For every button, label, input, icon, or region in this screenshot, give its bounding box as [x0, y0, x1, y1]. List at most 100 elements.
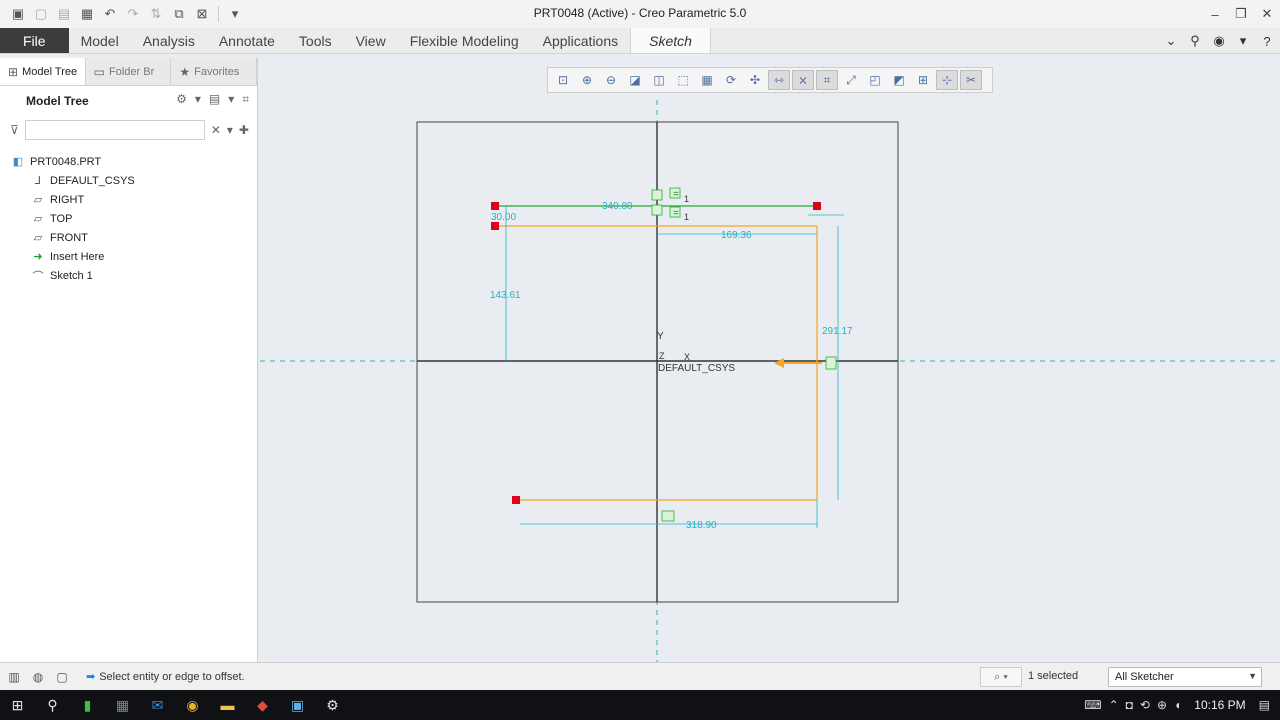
tree-filter-icon[interactable]: ⌗ — [242, 92, 249, 107]
close-icon[interactable]: ✕ — [1254, 0, 1280, 28]
sketch-vertex-display-icon[interactable]: ⤢ — [840, 70, 862, 90]
show-navigator-icon[interactable]: ▥ — [4, 667, 24, 687]
tab-model[interactable]: Model — [69, 28, 131, 53]
tab-applications[interactable]: Applications — [531, 28, 631, 53]
notifications-icon[interactable]: ▤ — [1259, 698, 1270, 712]
spin-center-icon[interactable]: ⊹ — [936, 70, 958, 90]
tab-view[interactable]: View — [344, 28, 398, 53]
constraint-box-right[interactable] — [825, 356, 837, 370]
datum-display-icon[interactable]: ✣ — [744, 70, 766, 90]
sketch-settings-icon[interactable]: ✂ — [960, 70, 982, 90]
tree-search-input[interactable] — [24, 120, 205, 140]
restore-icon[interactable]: ❐ — [1228, 0, 1254, 28]
undo-icon[interactable]: ↶ — [100, 4, 120, 24]
mail-icon[interactable]: ✉ — [140, 690, 175, 720]
annotation-display-icon[interactable]: ⊞ — [912, 70, 934, 90]
graphics-area[interactable]: 340.80 30.00 169.36 143.61 291.17 318.90… — [260, 58, 1280, 662]
dim-top-height[interactable]: 30.00 — [491, 212, 516, 223]
help-icon[interactable]: ? — [1258, 32, 1276, 50]
tab-sketch[interactable]: Sketch — [630, 28, 711, 53]
sketch-canvas[interactable]: 340.80 30.00 169.36 143.61 291.17 318.90… — [260, 58, 1280, 662]
clear-search-icon[interactable]: ✕ — [211, 123, 221, 137]
device-icon[interactable]: ◘ — [1126, 698, 1133, 712]
repaint-icon[interactable]: ◪ — [624, 70, 646, 90]
close-window-icon[interactable]: ⊠ — [192, 4, 212, 24]
dim-right-height[interactable]: 291.17 — [822, 326, 853, 337]
constraint-box-mid[interactable] — [651, 204, 663, 216]
tree-item-front[interactable]: ▱ FRONT — [0, 228, 257, 247]
zoom-in-icon[interactable]: ⊕ — [576, 70, 598, 90]
open-file-icon[interactable]: ▤ — [54, 4, 74, 24]
constraint-box-bottom[interactable] — [661, 510, 675, 522]
collapse-ribbon-icon[interactable]: ⌄ — [1162, 32, 1180, 50]
tree-settings-dropdown-icon[interactable]: ▾ — [195, 92, 201, 107]
tab-folder-browser[interactable]: ▭ Folder Br — [86, 58, 172, 85]
sketch-dimension-display-icon[interactable]: ⇿ — [768, 70, 790, 90]
zoom-out-icon[interactable]: ⊖ — [600, 70, 622, 90]
view-manager-icon[interactable]: ▦ — [696, 70, 718, 90]
clock[interactable]: 10:16 PM — [1194, 698, 1245, 712]
selection-filter-select[interactable]: All Sketcher ▼ — [1108, 667, 1262, 687]
chevron-up-icon[interactable]: ⌃ — [1109, 698, 1119, 712]
start-icon[interactable]: ⊞ — [0, 690, 35, 720]
new-file-icon[interactable]: ▢ — [31, 4, 51, 24]
save-icon[interactable]: ▦ — [77, 4, 97, 24]
perspective-icon[interactable]: ⟳ — [720, 70, 742, 90]
show-dropdown-icon[interactable]: ▾ — [228, 92, 234, 107]
search-icon[interactable]: ⚲ — [1186, 32, 1204, 50]
dim-left-height[interactable]: 143.61 — [490, 290, 521, 301]
constraint-box-top[interactable] — [651, 189, 663, 201]
tab-file[interactable]: File — [0, 28, 69, 53]
tab-favorites[interactable]: ★ Favorites — [171, 58, 258, 85]
tab-annotate[interactable]: Annotate — [207, 28, 287, 53]
dim-bottom-width[interactable]: 318.90 — [686, 520, 717, 531]
app-green-icon[interactable]: ▮ — [70, 690, 105, 720]
endpoint-bottom-left[interactable] — [512, 496, 520, 504]
network-icon[interactable]: ⊕ — [1157, 698, 1167, 712]
dim-top-width[interactable]: 340.80 — [602, 201, 633, 212]
tree-settings-icon[interactable]: ⚙ — [176, 92, 187, 107]
app-red-icon[interactable]: ◆ — [245, 690, 280, 720]
tree-item-sketch-1[interactable]: ⌒ Sketch 1 — [0, 266, 257, 285]
find-icon[interactable]: ⌕ ▾ — [980, 667, 1022, 687]
tree-item-insert-here[interactable]: ➜ Insert Here — [0, 247, 257, 266]
customize-chevron-icon[interactable]: ▾ — [225, 4, 245, 24]
tree-item-part[interactable]: ◧ PRT0048.PRT — [0, 152, 257, 171]
full-screen-icon[interactable]: ▢ — [52, 667, 72, 687]
tree-item-top[interactable]: ▱ TOP — [0, 209, 257, 228]
search-dropdown-icon[interactable]: ▾ — [227, 123, 233, 137]
saved-orientations-icon[interactable]: ⬚ — [672, 70, 694, 90]
keyboard-icon[interactable]: ⌨ — [1084, 698, 1101, 712]
regenerate-icon[interactable]: ⇅ — [146, 4, 166, 24]
community-dropdown-icon[interactable]: ▾ — [1234, 32, 1252, 50]
redo-icon[interactable]: ↷ — [123, 4, 143, 24]
tab-tools[interactable]: Tools — [287, 28, 344, 53]
show-columns-icon[interactable]: ▤ — [209, 92, 220, 107]
app-menu-icon[interactable]: ▣ — [8, 4, 28, 24]
tab-flexible-modeling[interactable]: Flexible Modeling — [398, 28, 531, 53]
file-explorer-icon[interactable]: ▬ — [210, 690, 245, 720]
tree-item-right[interactable]: ▱ RIGHT — [0, 190, 257, 209]
sketch-grid-display-icon[interactable]: ⌗ — [816, 70, 838, 90]
community-icon[interactable]: ◉ — [1210, 32, 1228, 50]
browser-icon[interactable]: ◍ — [28, 667, 48, 687]
chrome-icon[interactable]: ◉ — [175, 690, 210, 720]
refit-icon[interactable]: ⊡ — [552, 70, 574, 90]
sync-icon[interactable]: ⟲ — [1140, 698, 1150, 712]
minimize-icon[interactable]: – — [1202, 0, 1228, 28]
add-filter-icon[interactable]: ✚ — [239, 123, 249, 137]
endpoint-top-right[interactable] — [813, 202, 821, 210]
sketch-view-icon[interactable]: ◰ — [864, 70, 886, 90]
tab-analysis[interactable]: Analysis — [131, 28, 207, 53]
app-settings-icon[interactable]: ⚙ — [315, 690, 350, 720]
calculator-icon[interactable]: ▦ — [105, 690, 140, 720]
sketch-constraint-display-icon[interactable]: ⨯ — [792, 70, 814, 90]
sketch-orientation-icon[interactable]: ◩ — [888, 70, 910, 90]
endpoint-offset-left[interactable] — [491, 222, 499, 230]
tab-model-tree[interactable]: ⊞ Model Tree — [0, 58, 86, 85]
filter-icon[interactable]: ⊽ — [10, 123, 19, 137]
creo-icon[interactable]: ▣ — [280, 690, 315, 720]
search-icon[interactable]: ⚲ — [35, 690, 70, 720]
display-style-icon[interactable]: ◫ — [648, 70, 670, 90]
volume-icon[interactable]: ◖ — [1174, 698, 1181, 712]
